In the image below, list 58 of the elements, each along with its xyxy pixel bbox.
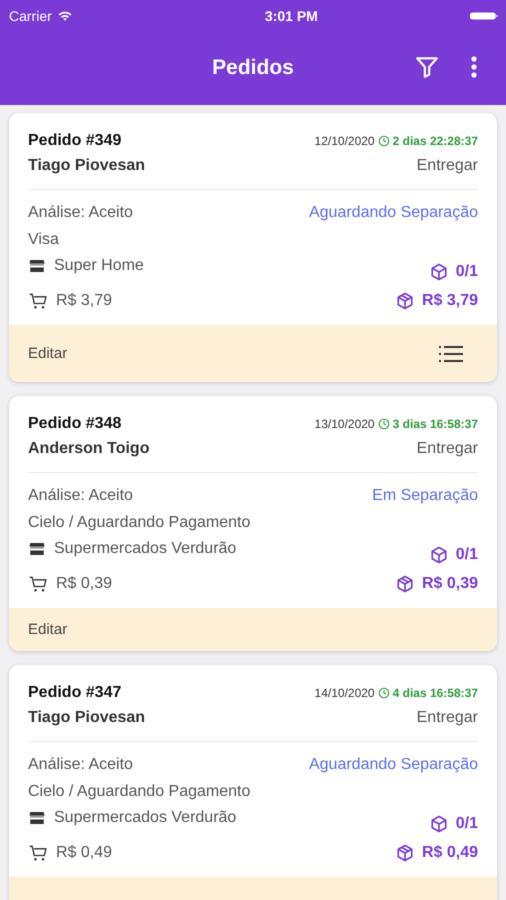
payment-method: Cielo / Aguardando Pagamento <box>28 514 252 532</box>
package-icon <box>396 575 414 593</box>
order-status: Aguardando Separação <box>308 204 478 222</box>
analysis-status: Análise: Aceito <box>28 487 133 505</box>
payment-method: Visa <box>28 231 60 249</box>
order-status: Em Separação <box>372 487 478 505</box>
package-total: R$ 0,39 <box>422 575 478 593</box>
elapsed-time: 4 dias 16:58:37 <box>392 686 478 700</box>
delivery-type: Entregar <box>416 709 478 727</box>
page-title: Pedidos <box>212 56 294 80</box>
package-icon <box>396 844 414 862</box>
clock-time: 3:01 PM <box>264 8 318 24</box>
payment-method: Cielo / Aguardando Pagamento <box>28 783 252 801</box>
edit-link[interactable]: Editar <box>28 621 68 638</box>
delivery-type: Entregar <box>416 440 478 458</box>
cube-icon <box>430 546 448 564</box>
order-date: 12/10/2020 <box>314 134 375 148</box>
store-icon <box>28 540 46 558</box>
customer-name: Anderson Toigo <box>28 440 150 458</box>
edit-link[interactable]: Editar <box>28 345 68 362</box>
package-total: R$ 3,79 <box>422 292 478 310</box>
cart-total: R$ 3,79 <box>56 292 112 310</box>
store-icon <box>28 257 46 275</box>
cart-total: R$ 0,49 <box>56 844 112 862</box>
cart-total: R$ 0,39 <box>56 575 112 593</box>
store-icon <box>28 809 46 827</box>
clock-icon <box>378 135 390 147</box>
delivery-type: Entregar <box>416 157 478 175</box>
clock-icon <box>378 687 390 699</box>
store-name: Supermercados Verdurão <box>54 540 236 558</box>
order-date: 13/10/2020 <box>314 417 375 431</box>
order-number: Pedido #347 <box>28 684 122 702</box>
cart-icon <box>28 843 48 863</box>
analysis-status: Análise: Aceito <box>28 204 133 222</box>
item-count: 0/1 <box>456 263 478 281</box>
cube-icon <box>430 263 448 281</box>
order-number: Pedido #348 <box>28 415 122 433</box>
analysis-status: Análise: Aceito <box>28 756 133 774</box>
store-name: Supermercados Verdurão <box>54 809 236 827</box>
order-status: Aguardando Separação <box>308 756 478 774</box>
customer-name: Tiago Piovesan <box>28 709 146 727</box>
package-total: R$ 0,49 <box>422 844 478 862</box>
elapsed-time: 2 dias 22:28:37 <box>392 134 478 148</box>
cube-icon <box>430 815 448 833</box>
more-menu-icon[interactable] <box>470 55 478 79</box>
customer-name: Tiago Piovesan <box>28 157 146 175</box>
item-count: 0/1 <box>456 546 478 564</box>
clock-icon <box>378 418 390 430</box>
cart-icon <box>28 291 48 311</box>
elapsed-time: 3 dias 16:58:37 <box>392 417 478 431</box>
wifi-icon <box>56 9 73 23</box>
cart-icon <box>28 574 48 594</box>
store-name: Super Home <box>54 257 144 275</box>
item-count: 0/1 <box>456 815 478 833</box>
carrier-label: Carrier <box>9 8 52 24</box>
package-icon <box>396 292 414 310</box>
order-number: Pedido #349 <box>28 132 122 150</box>
order-date: 14/10/2020 <box>314 686 375 700</box>
